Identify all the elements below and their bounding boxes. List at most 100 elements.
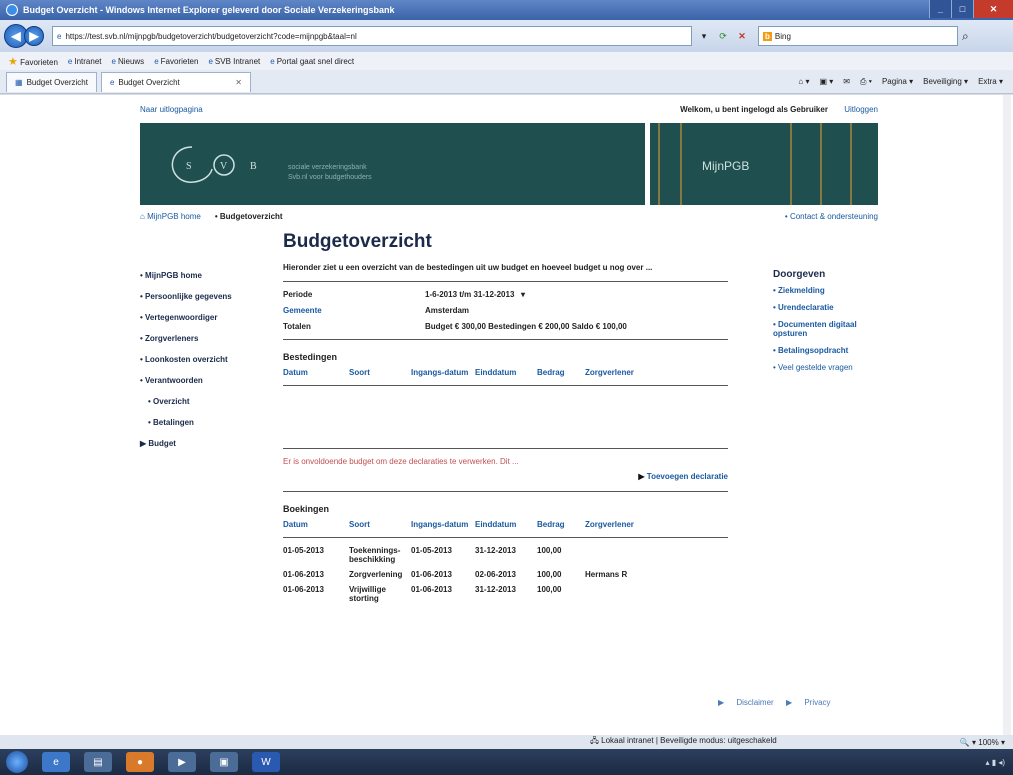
cell-zorg: Hermans R [585,570,628,579]
search-input[interactable]: b Bing [758,26,958,46]
contact-link[interactable]: • Contact & ondersteuning [785,212,878,221]
search-icon[interactable]: ⌕ [962,29,969,44]
tab-budget-overzicht[interactable]: e Budget Overzicht ✕ [100,71,251,92]
col-bedrag[interactable]: Bedrag [537,368,585,377]
sidebar-item-vertegenwoordiger[interactable]: • Vertegenwoordiger [140,313,260,322]
periode-row: Periode 1-6-2013 t/m 31-12-2013 ▾ [283,290,526,299]
cell-eind: 02-06-2013 [475,570,516,579]
table-row: 01-06-2013 Zorgverlening 01-06-2013 02-06-2… [283,570,728,579]
ie-icon [6,4,18,16]
sidebar-item-mijnpgb-home[interactable]: • MijnPGB home [140,271,260,280]
totalen-row: Totalen Budget € 300,00 Bestedingen € 20… [283,322,627,331]
url-field[interactable]: e https://test.svb.nl/mijnpgb/budgetover… [52,26,692,46]
sidebar-item-betalingen[interactable]: • Betalingen [140,418,260,427]
urendeclaratie-link[interactable]: • Urendeclaratie [773,303,893,312]
privacy-link[interactable]: ▶ Privacy [786,698,831,707]
main-content: Budgetoverzicht Hieronder ziet u een ove… [283,231,728,609]
sidebar-item-persoonlijke-gegevens[interactable]: • Persoonlijke gegevens [140,292,260,301]
col-einddatum[interactable]: Einddatum [475,368,537,377]
close-icon[interactable]: ✕ [973,0,1013,18]
cell-datum: 01-06-2013 [283,570,324,579]
breadcrumb-home[interactable]: ⌂ MijnPGB home [140,212,201,221]
ziekmelding-link[interactable]: • Ziekmelding [773,286,893,295]
firefox-taskbar-icon[interactable]: ● [126,752,154,772]
banner-tagline: sociale verzekeringsbank Svb.nl voor bud… [288,164,372,181]
cell-bedrag: 100,00 [537,546,562,555]
col-soort[interactable]: Soort [349,520,411,529]
dropdown-icon[interactable]: ▾ [696,28,712,44]
explorer-taskbar-icon[interactable]: ▤ [84,752,112,772]
home-icon[interactable]: ⌂ ▾ [798,77,809,87]
col-datum[interactable]: Datum [283,520,349,529]
favorite-link[interactable]: e Nieuws [112,57,145,66]
faq-link[interactable]: • Veel gestelde vragen [773,363,893,372]
sidebar-item-overzicht[interactable]: • Overzicht [140,397,260,406]
system-tray: ▴ ▮ ◂) [985,757,1005,767]
sidebar-item-zorgverleners[interactable]: • Zorgverleners [140,334,260,343]
menu-pagina[interactable]: Pagina ▾ [882,77,913,87]
col-einddatum[interactable]: Einddatum [475,520,537,529]
menu-extra[interactable]: Extra ▾ [978,77,1003,87]
documenten-link[interactable]: • Documenten digitaal opsturen [773,320,893,338]
stop-icon[interactable]: ✕ [734,28,750,44]
breadcrumb: ⌂ MijnPGB home • Budgetoverzicht • Conta… [140,209,878,223]
betalingsopdracht-link[interactable]: • Betalingsopdracht [773,346,893,355]
col-ingangsdatum[interactable]: Ingangs-datum [411,520,475,529]
word-taskbar-icon[interactable]: W [252,752,280,772]
sidebar-item-verantwoorden[interactable]: • Verantwoorden [140,376,260,385]
sidebar-item-budget[interactable]: ▶ Budget [140,439,260,448]
vertical-scrollbar[interactable] [1003,95,1011,735]
sidebar-item-loonkosten-overzicht[interactable]: • Loonkosten overzicht [140,355,260,364]
url-text: https://test.svb.nl/mijnpgb/budgetoverzi… [65,31,357,41]
menu-beveiliging[interactable]: Beveiliging ▾ [923,77,968,87]
address-tools: ▾ ⟳ ✕ [696,28,750,44]
logout-link[interactable]: Uitloggen [844,105,878,114]
forward-button[interactable]: ▶ [24,26,44,46]
boekingen-table-body: 01-05-2013 Toekennings-beschikking 01-05-2… [283,546,728,603]
minimize-icon[interactable]: _ [929,0,951,18]
search-engine-label: Bing [774,31,791,41]
col-soort[interactable]: Soort [349,368,411,377]
svg-text:B: B [250,161,257,172]
favorite-link[interactable]: e Portal gaat snel direct [270,57,354,66]
intro-text: Hieronder ziet u een overzicht van de be… [283,263,653,272]
col-zorgverlener[interactable]: Zorgverlener [585,368,685,377]
maximize-icon[interactable]: □ [951,0,973,18]
svb-logo: S V B [171,146,257,183]
app-taskbar-icon[interactable]: ▣ [210,752,238,772]
disclaimer-link[interactable]: ▶ Disclaimer [718,698,774,707]
grid-icon: ▦ [15,77,23,87]
feeds-icon[interactable]: ▣ ▾ [819,77,833,87]
bing-logo: b [763,31,772,41]
favorite-link[interactable]: e Intranet [68,57,102,66]
svg-text:S: S [186,161,192,172]
col-bedrag[interactable]: Bedrag [537,520,585,529]
add-declaratie-link[interactable]: ▶ Toevoegen declaratie [283,472,728,481]
budget-warning: Er is onvoldoende budget om deze declara… [283,457,519,466]
mail-icon[interactable]: ✉ [843,77,850,87]
page-title: Budgetoverzicht [283,231,432,252]
col-zorgverlener[interactable]: Zorgverlener [585,520,685,529]
print-icon[interactable]: ⎙ ▾ [860,77,872,87]
status-bar: 🖧 Lokaal intranet | Beveiligde modus: ui… [0,735,1013,749]
window-title: Budget Overzicht - Windows Internet Expl… [23,5,395,15]
logout-page-link[interactable]: Naar uitlogpagina [140,105,203,119]
cell-ingang: 01-06-2013 [411,570,452,579]
boekingen-title: Boekingen [283,504,330,514]
ie-taskbar-icon[interactable]: e [42,752,70,772]
media-taskbar-icon[interactable]: ▶ [168,752,196,772]
zoom-control[interactable]: 🔍 ▾ 100% ▾ [960,738,1013,747]
top-line: Naar uitlogpagina Welkom, u bent ingelog… [140,105,878,119]
refresh-icon[interactable]: ⟳ [715,28,731,44]
footer-links: ▶ Disclaimer ▶ Privacy [708,698,831,707]
favorite-link[interactable]: e SVB Intranet [208,57,260,66]
tab-group[interactable]: ▦ Budget Overzicht [6,71,97,92]
col-ingangsdatum[interactable]: Ingangs-datum [411,368,475,377]
col-datum[interactable]: Datum [283,368,349,377]
favorites-button[interactable]: ★ Favorieten [8,55,58,68]
favorite-link[interactable]: e Favorieten [154,57,198,66]
page-viewport: Naar uitlogpagina Welkom, u bent ingelog… [0,95,1013,735]
close-tab-icon[interactable]: ✕ [235,78,242,87]
periode-select[interactable]: 1-6-2013 t/m 31-12-2013 ▾ [425,290,525,299]
start-button[interactable] [6,751,28,773]
